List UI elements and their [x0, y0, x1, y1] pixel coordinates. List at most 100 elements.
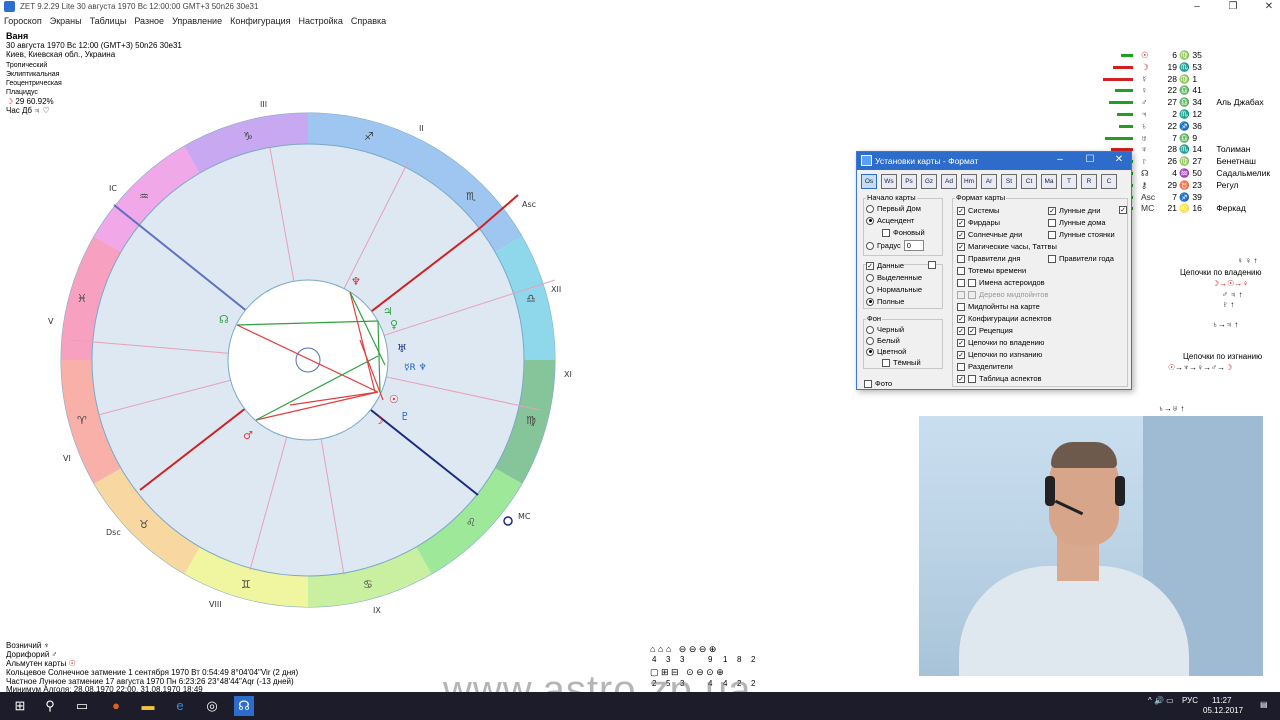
toolbar-button[interactable]: Ct: [1021, 174, 1037, 189]
planet-sign: ♍: [1179, 156, 1190, 167]
planet-degree: 22: [1167, 120, 1177, 131]
task-view-icon[interactable]: ▭: [72, 696, 92, 716]
format-option[interactable]: ✓ Таблица аспектов: [957, 374, 1042, 383]
data-normal-radio[interactable]: Нормальные: [866, 285, 922, 294]
format-option[interactable]: ✓ Магические часы, Таттвы: [957, 242, 1057, 251]
format-option-right[interactable]: Правители года: [1048, 254, 1114, 263]
clock-time[interactable]: 11:27: [1212, 696, 1231, 705]
format-option[interactable]: ✓ Солнечные дни: [957, 230, 1022, 239]
toolbar-button[interactable]: T: [1061, 174, 1077, 189]
bg-color-radio[interactable]: Цветной: [866, 347, 906, 356]
stat-value: 3: [680, 655, 685, 664]
windows-start-icon[interactable]: ⊞: [10, 696, 30, 716]
center-circle: [295, 347, 321, 373]
format-option-right[interactable]: Лунные дома: [1048, 218, 1106, 227]
fixed-star: Регул: [1216, 179, 1239, 190]
bg-dark-checkbox[interactable]: Тёмный: [882, 358, 921, 367]
toolbar-button[interactable]: St: [1001, 174, 1017, 189]
strength-bar: [1121, 54, 1133, 57]
format-option[interactable]: Тотемы времени: [957, 266, 1026, 275]
app-globe-icon[interactable]: ◎: [202, 696, 222, 716]
notifications-icon[interactable]: ▤: [1260, 700, 1268, 709]
planet-glyph: ♂: [1141, 97, 1148, 108]
house-label-ix: IX: [373, 606, 381, 615]
edge-icon[interactable]: e: [170, 696, 190, 716]
natal-chart[interactable]: ♆ ♃ ♀ ♅ ☿R ♆ ☉ ♇ ☽ ♂ ☊ ♑ ♐ ♏ ♎ ♍ ♌ ♋ ♊ ♉…: [0, 0, 920, 640]
format-option[interactable]: ✓ Цепочки по изгнанию: [957, 350, 1042, 359]
planet-minutes: 16: [1192, 203, 1202, 214]
format-option[interactable]: Имена астероидов: [957, 278, 1045, 287]
planet-row: ♂ 27 ♎ 34 Аль Джабах: [1141, 97, 1264, 108]
format-option-right[interactable]: ✓ Лунные дни: [1048, 206, 1100, 215]
maximize-button[interactable]: ❐: [1226, 1, 1240, 12]
format-option[interactable]: ✓ Фирдары: [957, 218, 1000, 227]
dialog-icon: [861, 155, 872, 166]
planet-sign: ♎: [1179, 132, 1190, 143]
format-option[interactable]: Правители дня: [957, 254, 1020, 263]
start-first-house-radio[interactable]: Первый Дом: [866, 204, 921, 213]
data-selected-radio[interactable]: Выделенные: [866, 273, 922, 282]
toolbar-button[interactable]: Ad: [941, 174, 957, 189]
start-degree-radio[interactable]: Градус 0: [866, 240, 924, 251]
toolbar-button[interactable]: C: [1101, 174, 1117, 189]
planet-sign: ♏: [1179, 109, 1190, 119]
dialog-close-button[interactable]: ✕: [1112, 154, 1126, 165]
house-label-dsc: Dsc: [106, 528, 121, 537]
toolbar-button[interactable]: Gz: [921, 174, 937, 189]
format-option[interactable]: ✓ ✓ Рецепция: [957, 326, 1013, 335]
toolbar-button[interactable]: R: [1081, 174, 1097, 189]
tray-icons[interactable]: ^ 🔊 ▭: [1148, 696, 1174, 705]
format-option[interactable]: Разделители: [957, 362, 1013, 371]
bg-white-radio[interactable]: Белый: [866, 336, 900, 345]
ownership-chains-title: Цепочки по владению: [1180, 268, 1262, 277]
planet-glyph: ♇: [1141, 156, 1148, 167]
zet-app-icon[interactable]: ☊: [234, 696, 254, 716]
format-option-right[interactable]: Лунные стоянки: [1048, 230, 1115, 239]
planet-minutes: 36: [1192, 120, 1202, 131]
minimize-button[interactable]: –: [1190, 1, 1204, 12]
svg-text:♌: ♌: [466, 516, 476, 529]
format-option[interactable]: ✓ Конфигурации аспектов: [957, 314, 1052, 323]
planet-sign: ♍: [1179, 73, 1190, 84]
toolbar-button[interactable]: Ws: [881, 174, 897, 189]
toolbar-button[interactable]: Ps: [901, 174, 917, 189]
planet-minutes: 27: [1192, 156, 1202, 167]
almuten-line: Альмутен карты ☉: [6, 659, 76, 668]
format-option[interactable]: ✓ Системы: [957, 206, 999, 215]
mars-icon: ♂: [243, 429, 253, 442]
toolbar-button[interactable]: Hm: [961, 174, 977, 189]
format-option[interactable]: Мидпойнты на карте: [957, 302, 1040, 311]
search-icon[interactable]: ⚲: [40, 696, 60, 716]
file-explorer-icon[interactable]: ▬: [138, 696, 158, 716]
fixed-star: Толиман: [1216, 144, 1251, 155]
degree-input[interactable]: 0: [903, 240, 924, 251]
start-background-checkbox[interactable]: Фоновый: [882, 228, 925, 237]
format-option[interactable]: Дерево мидпойнтов: [957, 290, 1049, 299]
data-checkbox[interactable]: ✓ Данные: [866, 261, 905, 270]
lunar-days-extra-checkbox[interactable]: ✓: [1119, 206, 1130, 214]
background-group-label: Фон: [866, 314, 883, 323]
moon-icon: ☽: [374, 414, 384, 427]
bg-black-radio[interactable]: Черный: [866, 325, 904, 334]
language-indicator[interactable]: РУС: [1182, 696, 1198, 705]
data-full-radio[interactable]: Полные: [866, 297, 904, 306]
planet-glyph: ☉: [1141, 50, 1149, 60]
planet-sign: ♐: [1179, 120, 1190, 131]
start-ascendant-radio[interactable]: Асцендент: [866, 216, 914, 225]
data-extra-checkbox[interactable]: [928, 261, 939, 269]
svg-text:♓: ♓: [77, 292, 87, 305]
photo-checkbox[interactable]: Фото: [864, 379, 892, 388]
dialog-maximize-button[interactable]: ☐: [1083, 154, 1097, 165]
stat-value: 2: [751, 655, 756, 664]
dialog-minimize-button[interactable]: –: [1053, 154, 1067, 165]
planet-sign: ♍: [1179, 50, 1190, 60]
planet-minutes: 41: [1192, 85, 1202, 96]
format-option[interactable]: ✓ Цепочки по владению: [957, 338, 1044, 347]
toolbar-button[interactable]: Ar: [981, 174, 997, 189]
clock-date[interactable]: 05.12.2017: [1203, 706, 1243, 715]
house-label-viii: VIII: [209, 600, 222, 609]
toolbar-button[interactable]: Os: [861, 174, 877, 189]
close-button[interactable]: ✕: [1262, 1, 1276, 12]
toolbar-button[interactable]: Ma: [1041, 174, 1057, 189]
firefox-icon[interactable]: ●: [106, 696, 126, 716]
